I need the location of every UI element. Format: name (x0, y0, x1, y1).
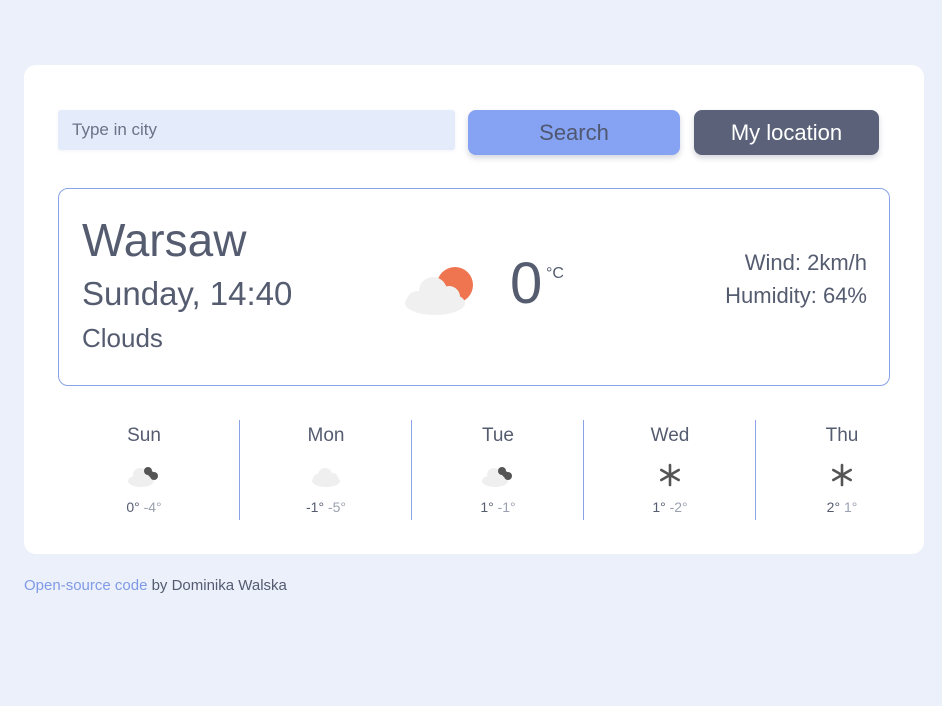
date-time: Sunday, 14:40 (82, 275, 293, 312)
search-button[interactable]: Search (468, 110, 680, 155)
current-temperature: 0 (510, 251, 543, 316)
snowflake-icon (660, 463, 681, 487)
forecast-max: -1° (306, 499, 325, 515)
wind-speed: Wind: 2km/h (744, 250, 867, 275)
forecast-max: 1° (652, 499, 666, 515)
forecast-day-name: Thu (825, 425, 859, 446)
city-search-input[interactable] (58, 110, 455, 150)
snowflake-icon (832, 463, 853, 487)
forecast-day-name: Sun (127, 425, 161, 446)
forecast-row: Sun 0° -4° Mon -1° -5° Tue 1° -1° Wed 1°… (58, 420, 890, 520)
city-name: Warsaw (82, 214, 247, 266)
forecast-day: Wed 1° -2° (583, 420, 756, 520)
my-location-button[interactable]: My location (694, 110, 879, 155)
forecast-temps: 1° -2° (584, 499, 756, 515)
cloud-sun-icon (405, 267, 473, 315)
forecast-min: -5° (327, 499, 346, 515)
forecast-day-name: Wed (650, 425, 690, 446)
forecast-temps: 0° -4° (58, 499, 230, 515)
footer: Open-source code by Dominika Walska (24, 577, 287, 594)
forecast-min: -4° (143, 499, 162, 515)
forecast-day: Mon -1° -5° (239, 420, 412, 520)
cloud-dark-icon (128, 467, 158, 487)
forecast-day-name: Mon (307, 425, 345, 446)
cloud-icon (312, 468, 340, 487)
weather-description: Clouds (82, 323, 163, 353)
current-weather-panel: Warsaw Sunday, 14:40 Clouds 0 °C Wind: 2… (58, 188, 890, 386)
forecast-max: 2° (826, 499, 841, 515)
cloud-dark-icon (482, 467, 512, 487)
forecast-day: Sun 0° -4° (58, 420, 230, 520)
author-credit: by Dominika Walska (147, 577, 287, 594)
forecast-min: -1° (497, 499, 516, 515)
forecast-min: -2° (669, 499, 688, 515)
forecast-temps: 1° -1° (412, 499, 584, 515)
forecast-temps: 2° 1° (756, 499, 928, 515)
forecast-temps: -1° -5° (240, 499, 412, 515)
temperature-unit: °C (546, 265, 564, 282)
forecast-max: 0° (126, 499, 140, 515)
source-code-link[interactable]: Open-source code (24, 577, 147, 594)
forecast-min: 1° (843, 499, 858, 515)
humidity: Humidity: 64% (725, 283, 867, 308)
forecast-max: 1° (480, 499, 494, 515)
weather-card: Search My location Warsaw Sunday, 14:40 … (24, 65, 924, 554)
forecast-day: Thu 2° 1° (755, 420, 928, 520)
forecast-day: Tue 1° -1° (411, 420, 584, 520)
forecast-day-name: Tue (481, 425, 515, 446)
